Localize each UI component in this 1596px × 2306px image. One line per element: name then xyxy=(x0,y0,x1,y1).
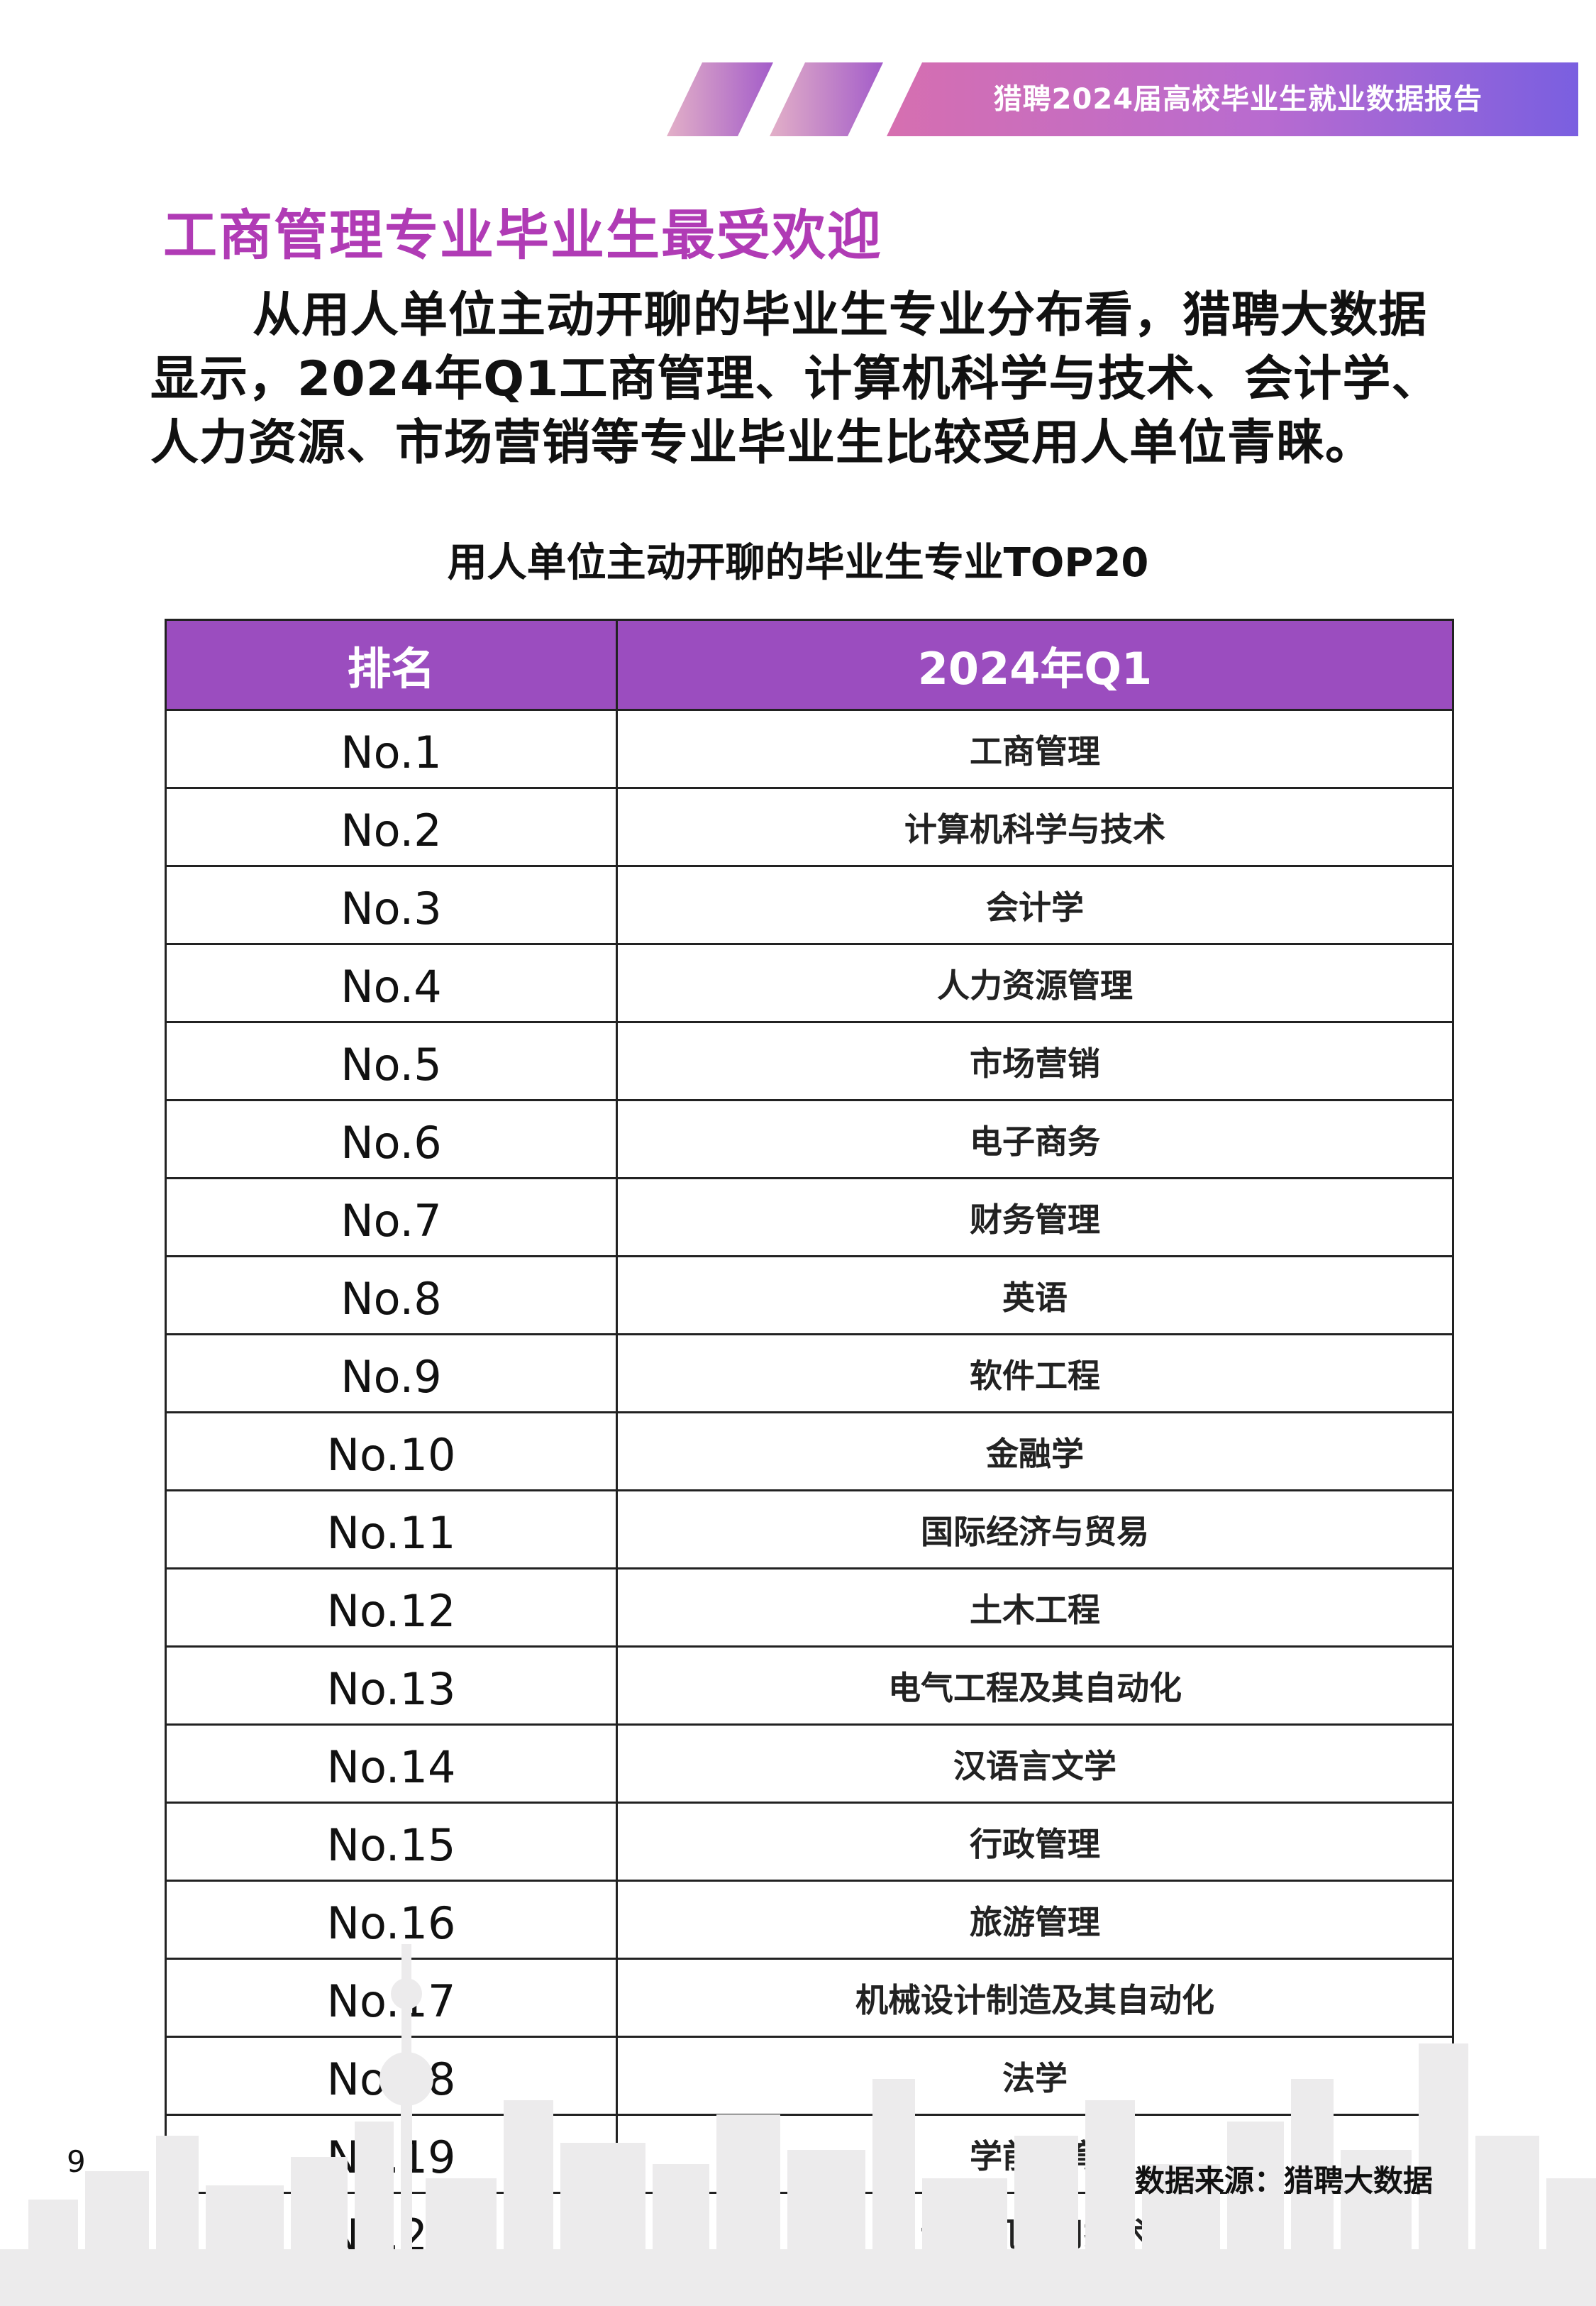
major-cell: 金融学 xyxy=(616,1411,1454,1491)
table-row: No.3 会计学 xyxy=(165,865,1454,945)
rank-cell: No.4 xyxy=(165,943,618,1023)
banner-stripe-2 xyxy=(770,62,883,136)
table-row: No.8 英语 xyxy=(165,1255,1454,1335)
major-cell: 电气工程及其自动化 xyxy=(616,1645,1454,1726)
table-row: No.5 市场营销 xyxy=(165,1021,1454,1101)
table-row: No.11 国际经济与贸易 xyxy=(165,1489,1454,1569)
banner-stripe-1 xyxy=(667,62,773,136)
table-row: No.6 电子商务 xyxy=(165,1099,1454,1179)
table-title: 用人单位主动开聊的毕业生专业TOP20 xyxy=(447,540,1149,586)
major-cell: 土木工程 xyxy=(616,1567,1454,1648)
rank-cell: No.3 xyxy=(165,865,618,945)
major-cell: 财务管理 xyxy=(616,1177,1454,1257)
major-cell: 人力资源管理 xyxy=(616,943,1454,1023)
rank-cell: No.1 xyxy=(165,709,618,789)
table-row: No.13 电气工程及其自动化 xyxy=(165,1645,1454,1726)
header-period: 2024年Q1 xyxy=(616,619,1454,711)
header-rank: 排名 xyxy=(165,619,618,711)
rank-cell: No.2 xyxy=(165,787,618,867)
rank-cell: No.12 xyxy=(165,1567,618,1648)
major-cell: 国际经济与贸易 xyxy=(616,1489,1454,1569)
major-cell: 汉语言文学 xyxy=(616,1723,1454,1804)
major-cell: 电子商务 xyxy=(616,1099,1454,1179)
rank-cell: No.8 xyxy=(165,1255,618,1335)
table-row: No.9 软件工程 xyxy=(165,1333,1454,1413)
major-cell: 计算机科学与技术 xyxy=(616,787,1454,867)
table-row: No.1 工商管理 xyxy=(165,709,1454,789)
major-cell: 工商管理 xyxy=(616,709,1454,789)
major-cell: 软件工程 xyxy=(616,1333,1454,1413)
rank-cell: No.6 xyxy=(165,1099,618,1179)
city-skyline-illustration xyxy=(0,1944,1596,2306)
rank-cell: No.11 xyxy=(165,1489,618,1569)
intro-paragraph: 从用人单位主动开聊的毕业生专业分布看，猎聘大数据显示，2024年Q1工商管理、计… xyxy=(150,287,1441,471)
rank-cell: No.14 xyxy=(165,1723,618,1804)
rank-cell: No.9 xyxy=(165,1333,618,1413)
page-number: 9 xyxy=(67,2144,86,2179)
section-title: 工商管理专业毕业生最受欢迎 xyxy=(163,204,882,267)
rank-cell: No.7 xyxy=(165,1177,618,1257)
table-row: No.2 计算机科学与技术 xyxy=(165,787,1454,867)
table-header-row: 排名 2024年Q1 xyxy=(165,619,1454,711)
table-row: No.12 土木工程 xyxy=(165,1567,1454,1648)
table-row: No.7 财务管理 xyxy=(165,1177,1454,1257)
report-title: 猎聘2024届高校毕业生就业数据报告 xyxy=(993,83,1483,116)
major-cell: 会计学 xyxy=(616,865,1454,945)
major-cell: 市场营销 xyxy=(616,1021,1454,1101)
table-row: No.14 汉语言文学 xyxy=(165,1723,1454,1804)
data-source-note: 数据来源：猎聘大数据 xyxy=(1134,2163,1433,2198)
rank-cell: No.10 xyxy=(165,1411,618,1491)
table-row: No.10 金融学 xyxy=(165,1411,1454,1491)
rank-cell: No.13 xyxy=(165,1645,618,1726)
table-row: No.4 人力资源管理 xyxy=(165,943,1454,1023)
rank-cell: No.5 xyxy=(165,1021,618,1101)
major-cell: 英语 xyxy=(616,1255,1454,1335)
